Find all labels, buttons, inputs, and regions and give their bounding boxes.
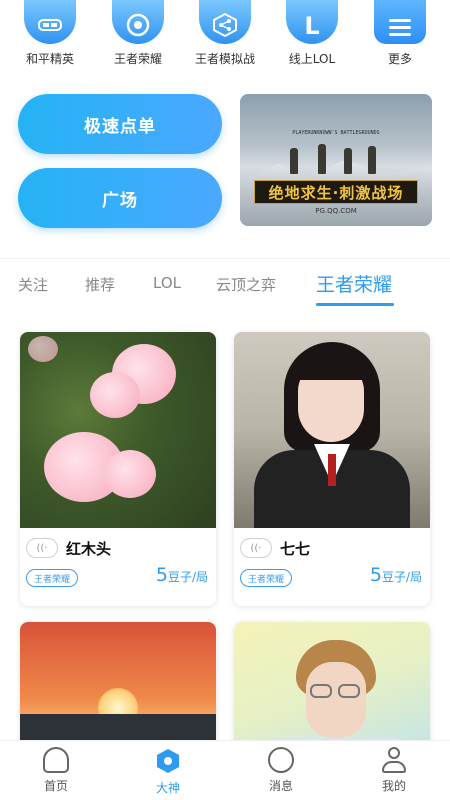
share-nodes-icon [199, 0, 251, 44]
category-more[interactable]: 更多 [360, 0, 440, 67]
flower-photo [20, 332, 216, 528]
pubg-banner[interactable]: PLAYERUNKNOWN'S BATTLEGROUNDS 绝地求生·刺激战场 … [240, 94, 432, 226]
nav-messages[interactable]: 消息 [241, 747, 321, 794]
game-helmet-icon [24, 0, 76, 44]
hexagon-icon [154, 747, 182, 775]
plaza-button[interactable]: 广场 [18, 168, 222, 228]
active-tab-indicator [316, 303, 394, 306]
voice-icon[interactable]: ((· [240, 538, 272, 558]
nav-mine[interactable]: 我的 [354, 747, 434, 794]
letter-l-icon: L [286, 0, 338, 44]
tab-tft[interactable]: 云顶之弈 [216, 274, 276, 295]
banner-site: PG.QQ.COM [315, 207, 357, 215]
divider [0, 258, 450, 259]
price: 5豆子/局 [155, 564, 208, 586]
category-peace-elite[interactable]: 和平精英 [10, 0, 90, 67]
banner-soldier [368, 146, 376, 174]
banner-soldier [344, 148, 352, 174]
menu-lines-icon [374, 0, 426, 44]
person-icon [381, 747, 407, 773]
banner-subtitle: PLAYERUNKNOWN'S BATTLEGROUNDS [292, 130, 380, 136]
category-online-lol[interactable]: L 线上LOL [272, 0, 352, 67]
banner-title: 绝地求生·刺激战场 [254, 180, 418, 204]
bottom-nav: 首页 大神 消息 我的 [0, 740, 450, 800]
tab-follow[interactable]: 关注 [18, 274, 48, 295]
girl-photo [234, 332, 430, 528]
player-name: 红木头 [66, 540, 112, 558]
nav-home[interactable]: 首页 [16, 747, 96, 794]
tab-recommend[interactable]: 推荐 [85, 274, 115, 295]
banner-soldier [290, 148, 298, 174]
game-tag: 王者荣耀 [240, 569, 293, 587]
nav-masters[interactable]: 大神 [128, 747, 208, 796]
player-name: 七七 [280, 540, 311, 558]
quick-order-button[interactable]: 极速点单 [18, 94, 222, 154]
tab-honor-of-kings[interactable]: 王者荣耀 [316, 270, 392, 297]
player-card[interactable]: ((· 红木头 王者荣耀 5豆子/局 [20, 332, 216, 606]
price: 5豆子/局 [369, 564, 422, 586]
category-kings-sim-battle[interactable]: 王者模拟战 [185, 0, 265, 67]
category-row: 和平精英 王者荣耀 王者模拟战 L 线上LOL 更多 [0, 0, 450, 72]
banner-soldier [318, 144, 326, 174]
tab-lol[interactable]: LOL [153, 274, 181, 292]
chat-bubble-icon [268, 747, 294, 773]
game-emblem-icon [112, 0, 164, 44]
category-honor-of-kings[interactable]: 王者荣耀 [98, 0, 178, 67]
category-tabs: 关注 推荐 LOL 云顶之弈 王者荣耀 [0, 268, 450, 308]
home-icon [43, 747, 69, 773]
voice-icon[interactable]: ((· [26, 538, 58, 558]
player-card[interactable]: ((· 七七 王者荣耀 5豆子/局 [234, 332, 430, 606]
game-tag: 王者荣耀 [26, 569, 79, 587]
